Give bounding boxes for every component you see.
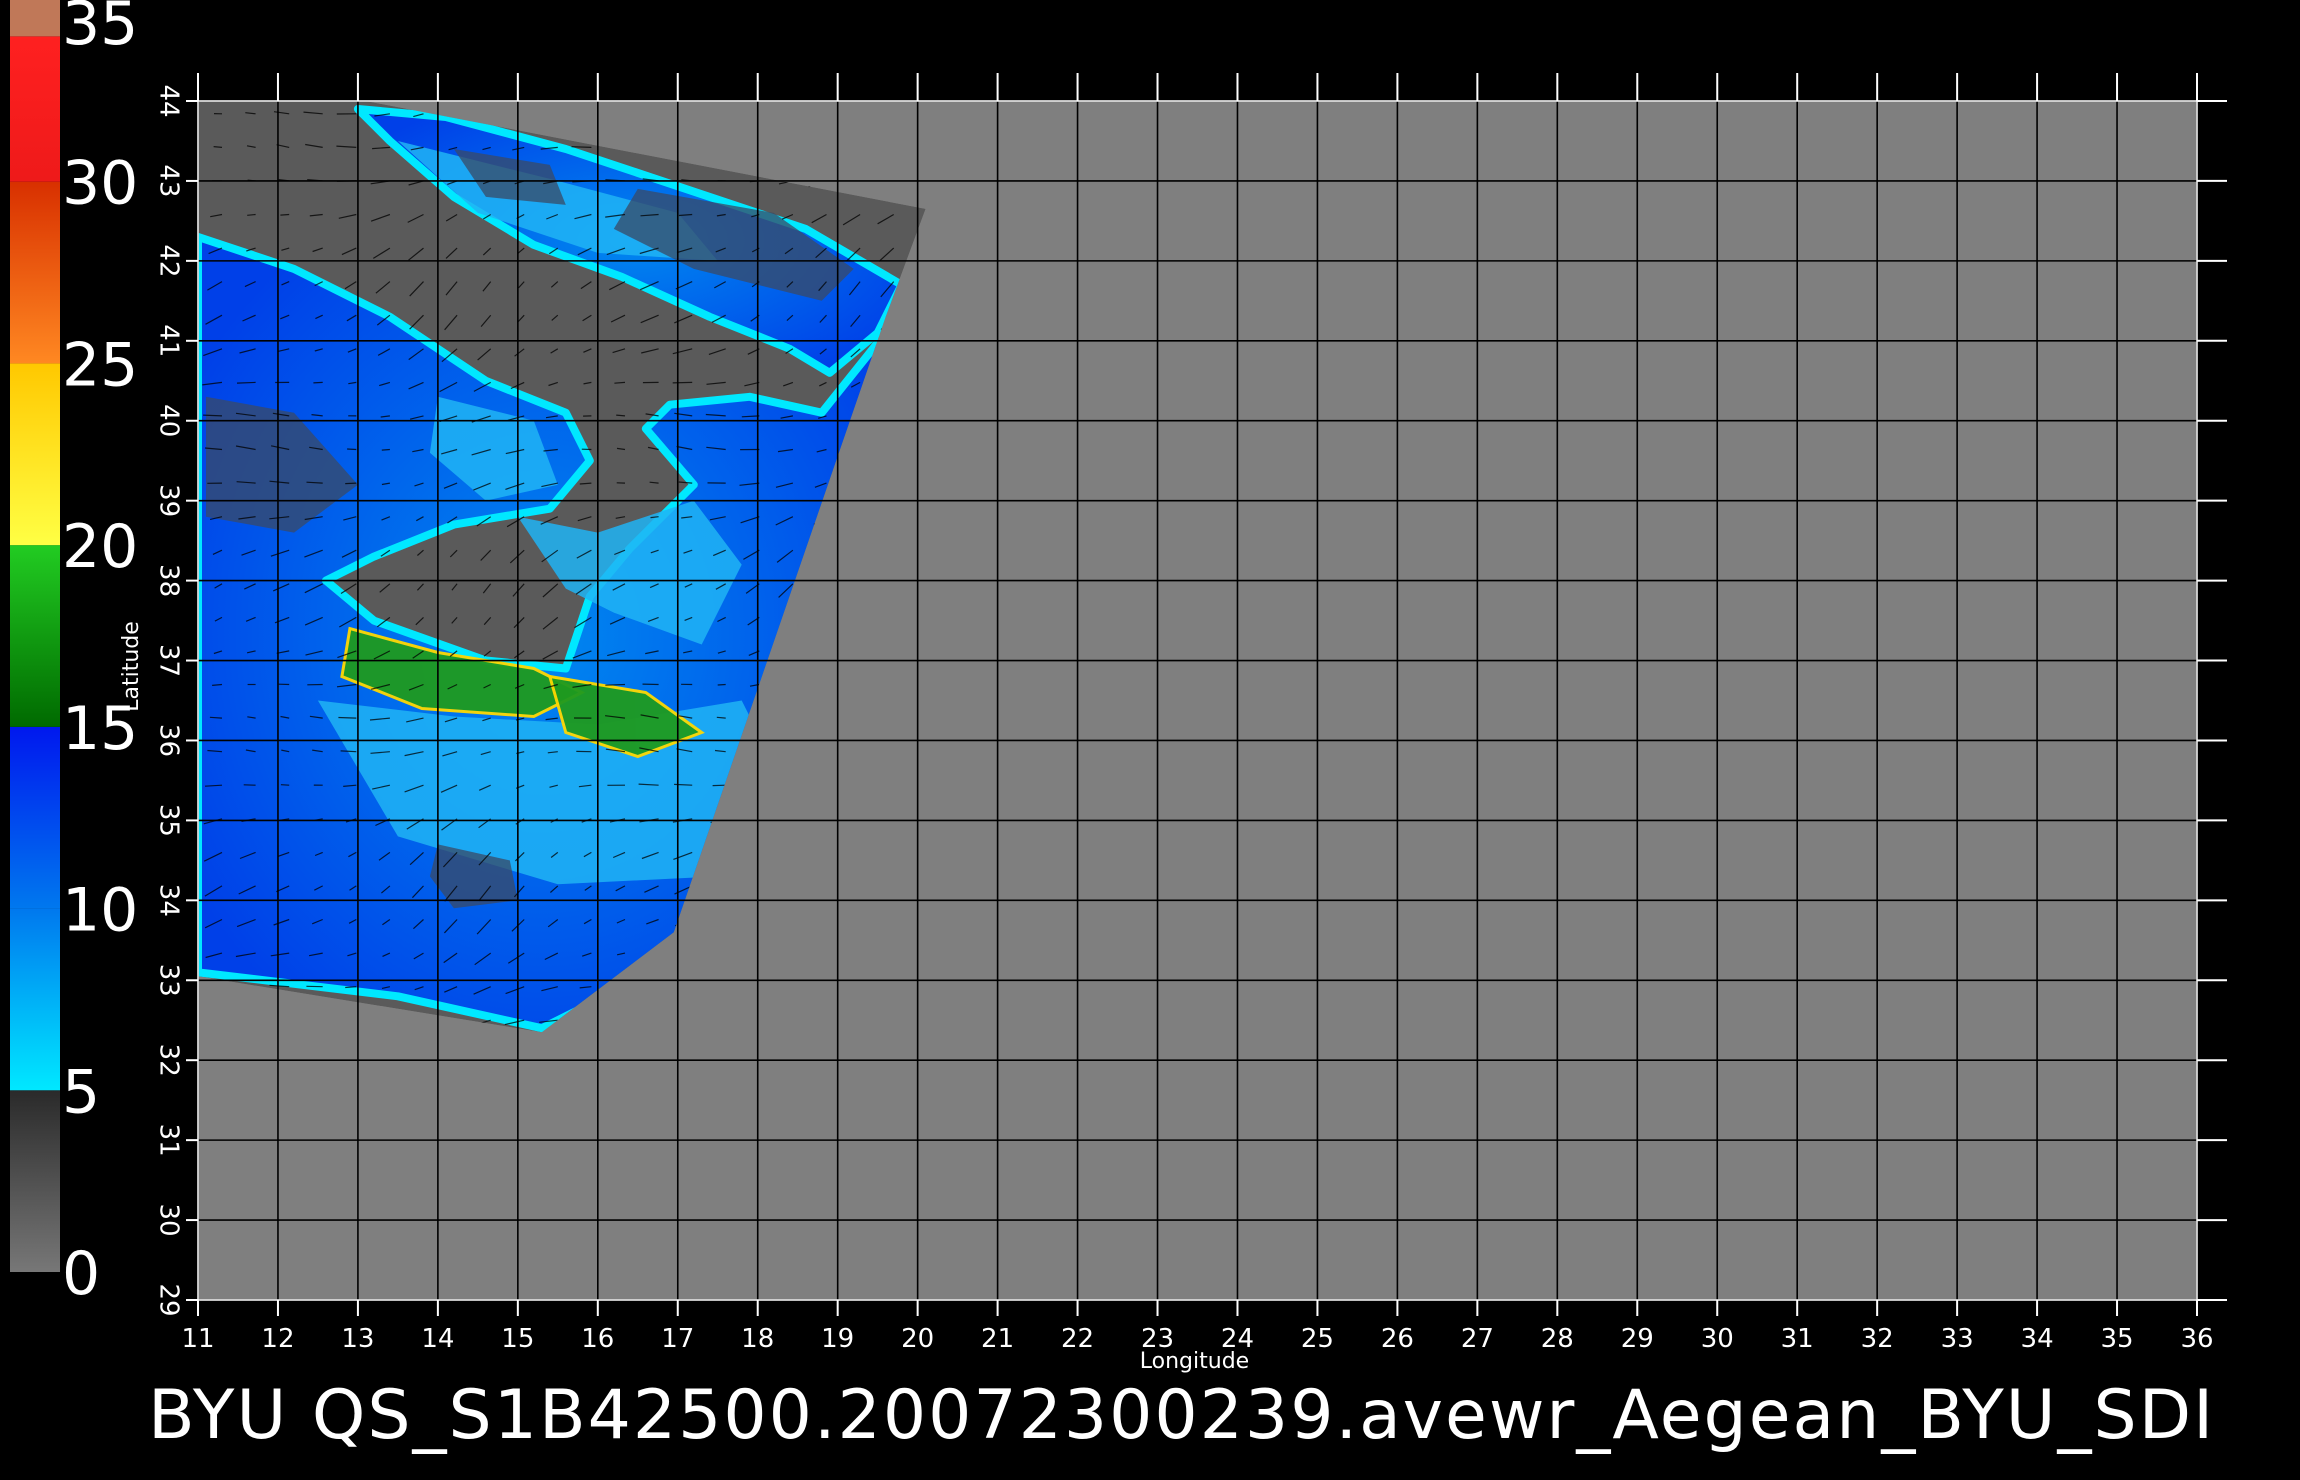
y-tick-label: 30 (154, 1204, 184, 1237)
x-tick-label: 15 (501, 1324, 534, 1354)
x-tick-label: 35 (2100, 1324, 2133, 1354)
colorbar-band (10, 545, 60, 727)
y-tick-label: 35 (154, 804, 184, 837)
y-tick-label: 34 (154, 884, 184, 917)
x-tick-label: 27 (1461, 1324, 1494, 1354)
x-tick-label: 36 (2180, 1324, 2213, 1354)
x-tick-label: 26 (1381, 1324, 1414, 1354)
wind-vector (717, 683, 726, 686)
wind-vector (616, 414, 626, 417)
x-tick-label: 22 (1061, 1324, 1094, 1354)
colorbar-band (10, 363, 60, 546)
wind-vector (614, 381, 626, 384)
colorbar-tick-label: 25 (62, 330, 138, 400)
colorbar-tick-label: 30 (62, 149, 138, 219)
y-tick-label: 41 (154, 324, 184, 357)
wind-vector (674, 783, 693, 786)
x-tick-label: 17 (661, 1324, 694, 1354)
colorbar-tick-label: 35 (62, 0, 138, 59)
x-tick-label: 29 (1621, 1324, 1654, 1354)
wind-vector (280, 213, 290, 216)
x-tick-label: 16 (581, 1324, 614, 1354)
wind-vector (605, 683, 626, 686)
y-tick-label: 32 (154, 1044, 184, 1077)
colorbar-band (10, 908, 60, 1091)
colorbar-band (10, 181, 60, 364)
wind-map-figure: 11 12 13 14 15 16 17 18 19 20 21 22 23 24 25 26 27 28 29 30… (0, 0, 2300, 1480)
x-tick-label: 21 (981, 1324, 1014, 1354)
wind-vector (340, 750, 357, 753)
x-tick-label: 25 (1301, 1324, 1334, 1354)
wind-vector (236, 381, 256, 384)
y-tick-label: 39 (154, 484, 184, 517)
x-tick-label: 20 (901, 1324, 934, 1354)
wind-vector (347, 448, 357, 451)
wind-vector (381, 448, 390, 451)
wind-vector (213, 146, 223, 148)
y-tick-label: 36 (154, 724, 184, 757)
x-tick-label: 28 (1541, 1324, 1574, 1354)
x-tick-label: 11 (181, 1324, 214, 1354)
y-tick-label: 44 (154, 84, 184, 117)
x-tick-label: 32 (1861, 1324, 1894, 1354)
x-tick-label: 18 (741, 1324, 774, 1354)
colorbar-tick-label: 10 (62, 876, 138, 946)
y-tick-label: 29 (154, 1283, 184, 1316)
wind-vector (571, 146, 592, 148)
x-tick-label: 30 (1701, 1324, 1734, 1354)
x-tick-label: 19 (821, 1324, 854, 1354)
colorbar-band (10, 1090, 60, 1272)
x-tick-label: 31 (1781, 1324, 1814, 1354)
y-tick-label: 42 (154, 244, 184, 277)
colorbar-tick-label: 15 (62, 694, 138, 764)
x-tick-label: 14 (421, 1324, 454, 1354)
wind-vector (247, 213, 256, 216)
y-tick-label: 38 (154, 564, 184, 597)
colorbar-band (10, 726, 60, 909)
wind-vector (313, 381, 323, 384)
y-tick-label: 33 (154, 964, 184, 997)
figure-caption: BYU QS_S1B42500.20072300239.avewr_Aegean… (148, 1376, 2216, 1455)
x-tick-label: 12 (261, 1324, 294, 1354)
colorbar-band (10, 36, 60, 182)
wind-vector (345, 986, 357, 989)
colorbar-tick-label: 20 (62, 512, 138, 582)
x-tick-label: 33 (1941, 1324, 1974, 1354)
wind-vector (280, 784, 290, 786)
y-tick-label: 40 (154, 404, 184, 437)
colorbar-tick-label: 0 (62, 1239, 100, 1309)
wind-map-plot: 11 12 13 14 15 16 17 18 19 20 21 22 23 24 25 26 27 28 29 30… (10, 0, 2227, 1374)
y-tick-label: 31 (154, 1124, 184, 1157)
colorbar (10, 0, 60, 1272)
wind-vector (338, 716, 357, 719)
wind-vector (209, 716, 223, 719)
colorbar-band (10, 0, 60, 37)
wind-vector (716, 716, 726, 719)
wind-vector (345, 482, 357, 485)
y-tick-label: 37 (154, 644, 184, 677)
colorbar-tick-label: 5 (62, 1057, 100, 1127)
y-tick-label: 43 (154, 164, 184, 197)
wind-vector (672, 381, 693, 384)
latitude-tick-labels: 29 30 31 32 33 34 35 36 37 38 39 40 41 42 43 44 (154, 84, 184, 1316)
x-tick-label: 13 (341, 1324, 374, 1354)
x-tick-label: 34 (2021, 1324, 2054, 1354)
wind-vector (203, 414, 223, 417)
